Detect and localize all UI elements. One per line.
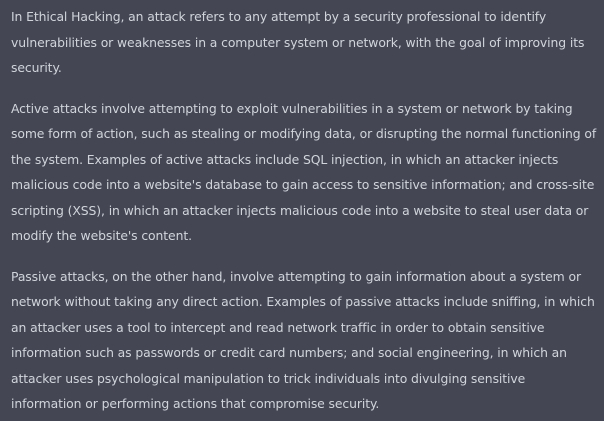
message-paragraph-passive-attacks: Passive attacks, on the other hand, invo… xyxy=(11,268,595,412)
message-paragraph-active-attacks: Active attacks involve attempting to exp… xyxy=(11,100,597,244)
message-paragraph-intro: In Ethical Hacking, an attack refers to … xyxy=(11,9,585,75)
assistant-message: In Ethical Hacking, an attack refers to … xyxy=(0,0,604,421)
